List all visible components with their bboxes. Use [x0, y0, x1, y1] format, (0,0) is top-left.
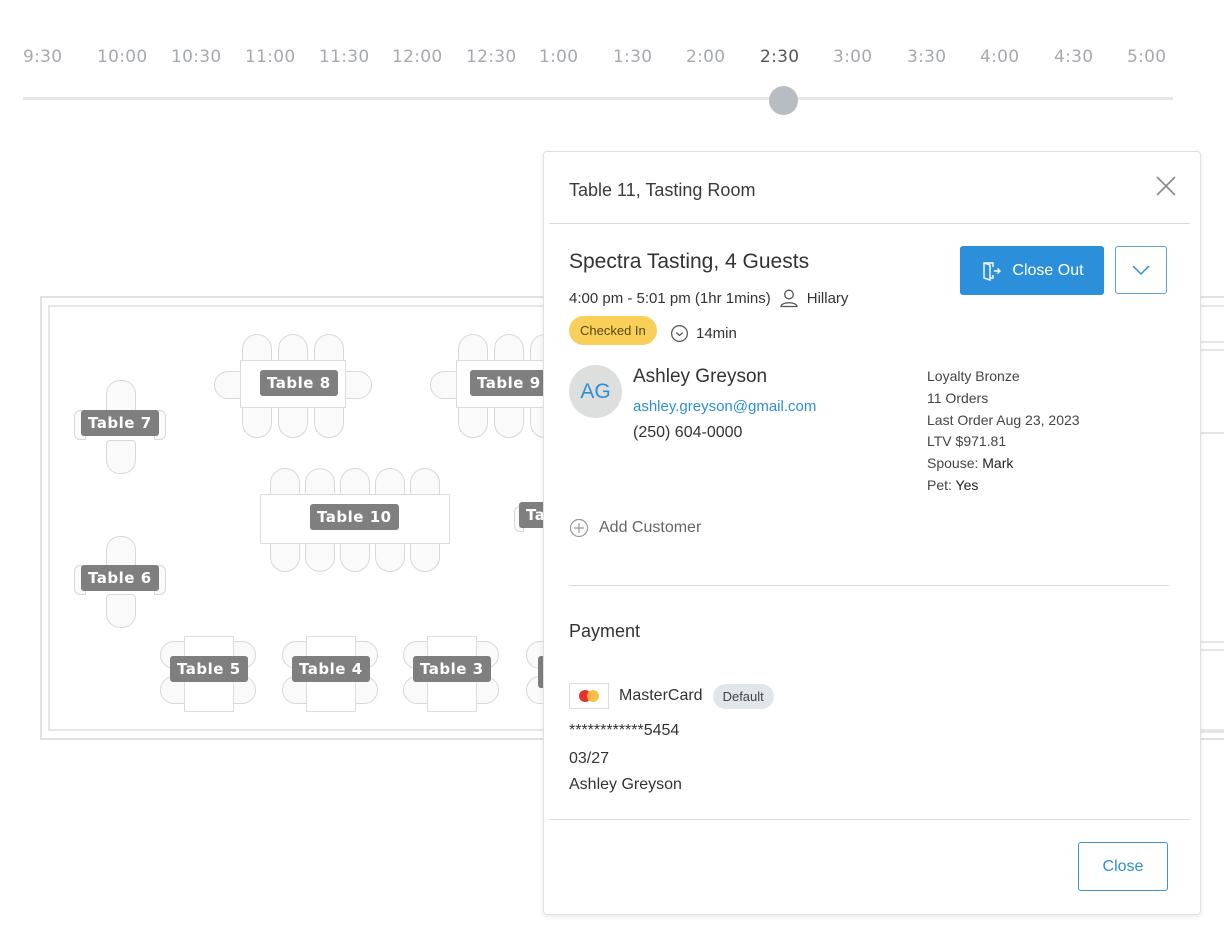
- reservation-modal: Table 11, Tasting Room Spectra Tasting, …: [543, 151, 1201, 915]
- close-out-button[interactable]: Close Out: [960, 246, 1104, 295]
- pet-row: Pet: Yes: [927, 475, 1080, 497]
- add-customer-button[interactable]: Add Customer: [569, 518, 701, 538]
- mastercard-icon: [569, 683, 609, 709]
- time-tick[interactable]: 12:00: [392, 47, 443, 67]
- time-tick[interactable]: 4:00: [980, 47, 1019, 67]
- wall-line: [1198, 641, 1224, 643]
- time-tick[interactable]: 4:30: [1054, 47, 1093, 67]
- chair: [106, 380, 136, 414]
- time-tick[interactable]: 10:00: [97, 47, 148, 67]
- chair: [278, 404, 308, 438]
- card-holder: Ashley Greyson: [569, 776, 682, 793]
- timeline-track[interactable]: [23, 97, 1173, 100]
- spouse-row: Spouse: Mark: [927, 453, 1080, 475]
- time-tick[interactable]: 10:30: [171, 47, 222, 67]
- more-actions-dropdown[interactable]: [1115, 246, 1167, 294]
- card-expiry: 03/27: [569, 750, 610, 767]
- close-icon[interactable]: [1154, 174, 1178, 198]
- elapsed-timer: 14min: [670, 324, 737, 343]
- header-divider: [549, 223, 1190, 224]
- chair: [458, 404, 488, 438]
- time-tick[interactable]: 12:30: [466, 47, 517, 67]
- chair: [214, 371, 242, 399]
- table-label: Table 9: [470, 370, 548, 396]
- lifetime-value: LTV $971.81: [927, 433, 1007, 450]
- time-tick[interactable]: 11:00: [245, 47, 296, 67]
- chair: [106, 440, 136, 474]
- wall-line: [1198, 731, 1224, 733]
- reservation-time: 4:00 pm - 5:01 pm (1hr 1mins): [569, 289, 771, 307]
- add-customer-label: Add Customer: [599, 519, 702, 536]
- footer-divider: [549, 819, 1190, 820]
- chair: [314, 404, 344, 438]
- card-brand: MasterCard: [619, 687, 703, 704]
- table-label: Table 7: [81, 410, 159, 436]
- wall-line: [1198, 649, 1224, 651]
- modal-title: Table 11, Tasting Room: [569, 180, 756, 200]
- last-order: Last Order Aug 23, 2023: [927, 411, 1080, 428]
- time-tick[interactable]: 5:00: [1127, 47, 1166, 67]
- chair: [344, 371, 372, 399]
- clock-icon: [670, 324, 689, 343]
- chair: [242, 404, 272, 438]
- reservation-time-row: 4:00 pm - 5:01 pm (1hr 1mins) Hillary: [569, 288, 848, 308]
- avatar: AG: [569, 365, 622, 418]
- time-tick[interactable]: 1:30: [613, 47, 652, 67]
- chair: [106, 594, 136, 628]
- pet-value: Yes: [955, 476, 979, 493]
- wall-line: [1198, 341, 1224, 343]
- close-out-label: Close Out: [1012, 261, 1084, 279]
- user-icon: [779, 288, 799, 308]
- chair: [430, 371, 458, 399]
- chair: [494, 404, 524, 438]
- customer-name[interactable]: Ashley Greyson: [633, 366, 767, 388]
- time-tick[interactable]: 11:30: [319, 47, 370, 67]
- wall-line: [1198, 349, 1224, 351]
- plus-circle-icon: [569, 518, 589, 538]
- card-number: ************5454: [569, 722, 680, 739]
- table-label: Table 8: [260, 370, 338, 396]
- wall-line: [1198, 432, 1224, 434]
- time-tick[interactable]: 9:30: [23, 47, 62, 67]
- reservation-title: Spectra Tasting, 4 Guests: [569, 250, 810, 273]
- customer-email-link[interactable]: ashley.greyson@gmail.com: [633, 398, 816, 415]
- table-label: Table 4: [292, 656, 370, 682]
- time-tick[interactable]: 2:00: [686, 47, 725, 67]
- table-label: Table 3: [413, 656, 491, 682]
- table-label: Table 10: [310, 504, 399, 530]
- timeline: 9:30 10:00 10:30 11:00 11:30 12:00 12:30…: [0, 0, 1224, 130]
- spouse-label: Spouse:: [927, 455, 979, 472]
- elapsed-time: 14min: [696, 325, 737, 342]
- exit-door-icon: [980, 260, 1002, 282]
- payment-card-row: MasterCard Default: [569, 683, 774, 709]
- timeline-slider-handle[interactable]: [769, 86, 798, 115]
- table-label: Table 6: [81, 565, 159, 591]
- section-divider: [569, 585, 1169, 586]
- payment-title: Payment: [569, 621, 641, 641]
- spouse-value: Mark: [982, 455, 1014, 472]
- customer-details: Loyalty Bronze 11 Orders Last Order Aug …: [927, 366, 1080, 497]
- time-tick[interactable]: 1:00: [539, 47, 578, 67]
- status-badge: Checked In: [569, 316, 657, 345]
- customer-phone: (250) 604-0000: [633, 424, 743, 441]
- pet-label: Pet:: [927, 476, 952, 493]
- loyalty-tier: Loyalty Bronze: [927, 368, 1020, 384]
- order-count: 11 Orders: [927, 389, 989, 406]
- chevron-down-icon: [1131, 264, 1151, 276]
- default-badge: Default: [712, 683, 774, 709]
- table-label: Table 5: [170, 656, 248, 682]
- time-tick[interactable]: 3:00: [833, 47, 872, 67]
- time-tick-selected[interactable]: 2:30: [760, 47, 799, 67]
- host-name: Hillary: [806, 289, 849, 307]
- time-tick[interactable]: 3:30: [907, 47, 946, 67]
- close-button[interactable]: Close: [1078, 842, 1168, 891]
